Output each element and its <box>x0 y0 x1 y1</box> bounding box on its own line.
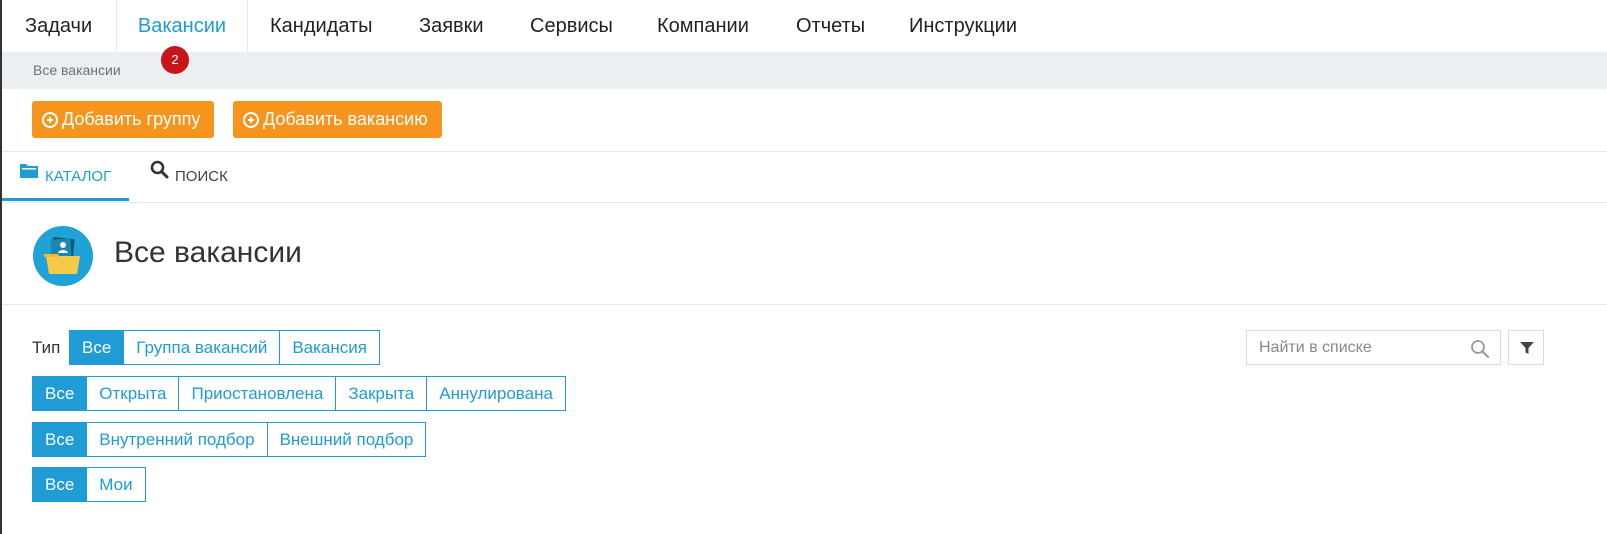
type-option-all[interactable]: Все <box>69 330 125 365</box>
nav-item-reports[interactable]: Отчеты <box>796 0 865 52</box>
filter-button[interactable] <box>1508 330 1544 365</box>
status-filter: Все Открыта Приостановлена Закрыта Аннул… <box>32 376 566 411</box>
owner-filter: Все Мои <box>32 467 146 502</box>
status-option-cancelled[interactable]: Аннулирована <box>426 376 566 411</box>
tab-catalog-label: КАТАЛОГ <box>45 168 112 185</box>
notification-badge: 2 <box>161 46 189 74</box>
folder-person-icon <box>44 237 80 274</box>
source-filter: Все Внутренний подбор Внешний подбор <box>32 422 427 457</box>
list-search-input[interactable] <box>1257 338 1461 358</box>
add-vacancy-button[interactable]: Добавить вакансию <box>233 101 442 138</box>
funnel-icon <box>1520 342 1534 354</box>
plus-circle-icon <box>243 112 259 128</box>
type-option-vacancy[interactable]: Вакансия <box>279 330 380 365</box>
search-icon <box>150 150 169 200</box>
view-tabs: КАТАЛОГ ПОИСК <box>2 152 1607 203</box>
owner-option-all[interactable]: Все <box>32 467 88 502</box>
nav-item-instructions[interactable]: Инструкции <box>909 0 1017 52</box>
status-option-all[interactable]: Все <box>32 376 88 411</box>
type-option-group[interactable]: Группа вакансий <box>123 330 281 365</box>
plus-circle-icon <box>42 112 58 128</box>
nav-item-candidates[interactable]: Кандидаты <box>270 0 373 52</box>
list-search-box <box>1246 330 1501 365</box>
folder-icon <box>19 150 39 200</box>
nav-item-requests[interactable]: Заявки <box>419 0 484 52</box>
nav-item-vacancies[interactable]: Вакансии <box>116 0 248 52</box>
type-filter-label: Тип <box>32 338 61 357</box>
source-option-internal[interactable]: Внутренний подбор <box>86 422 268 457</box>
owner-option-mine[interactable]: Мои <box>86 467 146 502</box>
status-option-closed[interactable]: Закрыта <box>335 376 428 411</box>
type-filter: Все Группа вакансий Вакансия <box>69 330 380 365</box>
action-bar: Добавить группу Добавить вакансию <box>2 89 1607 152</box>
breadcrumb[interactable]: Все вакансии <box>33 52 121 88</box>
source-option-all[interactable]: Все <box>32 422 88 457</box>
status-option-paused[interactable]: Приостановлена <box>178 376 337 411</box>
nav-item-companies[interactable]: Компании <box>657 0 749 52</box>
add-group-button[interactable]: Добавить группу <box>32 101 214 138</box>
top-navigation: Задачи Вакансии Кандидаты Заявки Сервисы… <box>2 0 1607 52</box>
add-vacancy-label: Добавить вакансию <box>263 109 428 129</box>
tab-catalog[interactable]: КАТАЛОГ <box>2 152 129 201</box>
nav-item-services[interactable]: Сервисы <box>530 0 613 52</box>
breadcrumb-bar: Все вакансии <box>2 52 1607 89</box>
tab-search[interactable]: ПОИСК <box>150 152 228 202</box>
nav-item-tasks[interactable]: Задачи <box>25 0 92 52</box>
vacancies-folder-avatar <box>33 226 93 286</box>
status-option-open[interactable]: Открыта <box>86 376 180 411</box>
add-group-label: Добавить группу <box>62 109 201 129</box>
source-option-external[interactable]: Внешний подбор <box>266 422 427 457</box>
page-title: Все вакансии <box>114 236 302 269</box>
page-heading: Все вакансии <box>2 203 1607 305</box>
tab-search-label: ПОИСК <box>175 168 228 185</box>
search-icon[interactable] <box>1470 339 1490 364</box>
